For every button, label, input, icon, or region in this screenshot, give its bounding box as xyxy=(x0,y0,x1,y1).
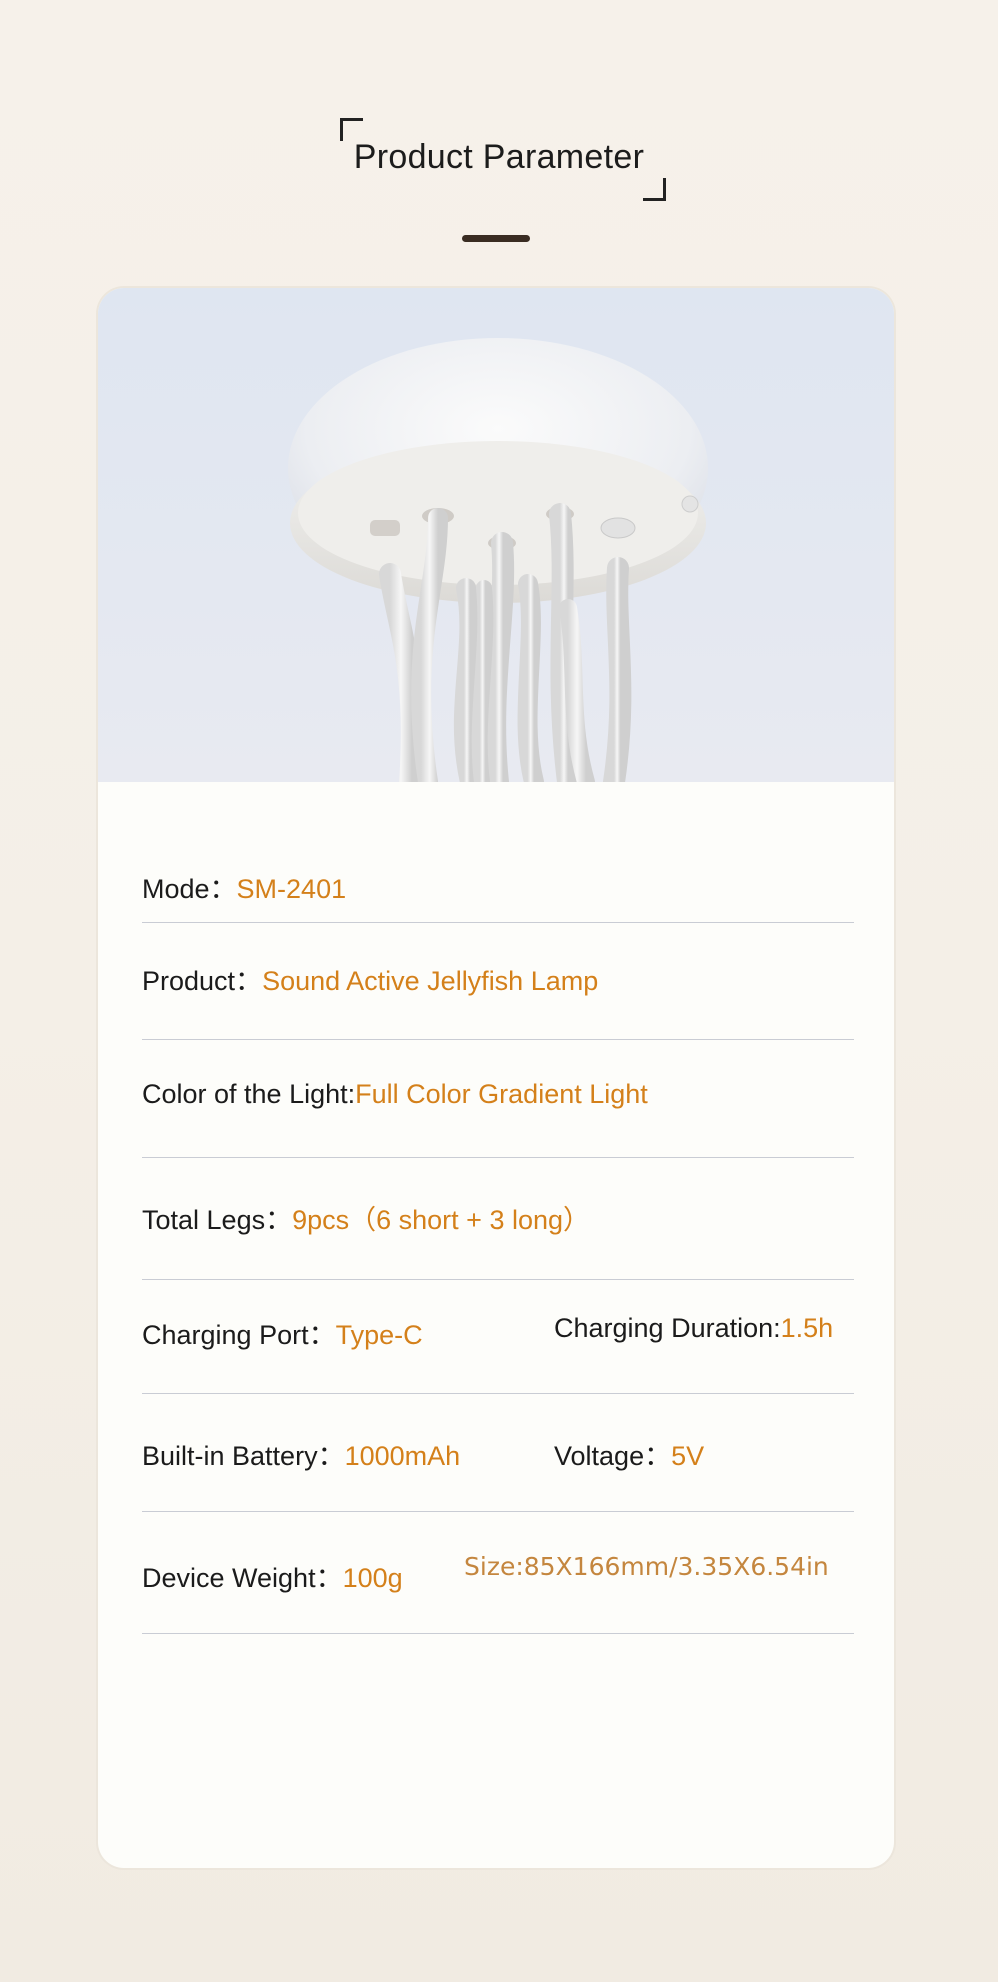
mode-label: Mode： xyxy=(142,874,237,904)
light-color-label: Color of the Light: xyxy=(142,1079,356,1109)
jellyfish-lamp-illustration xyxy=(288,338,708,782)
total-legs-value: 9pcs（6 short + 3 long） xyxy=(292,1205,591,1235)
charging-duration-value: 1.5h xyxy=(780,1313,834,1343)
title-section: Product Parameter xyxy=(0,110,998,201)
parameter-list: Mode：SM-2401 Product：Sound Active Jellyf… xyxy=(142,782,854,1634)
size-value: Size:85X166mm/3.35X6.54in xyxy=(464,1552,829,1581)
product-photo xyxy=(98,288,894,782)
parameter-card: Mode：SM-2401 Product：Sound Active Jellyf… xyxy=(98,288,894,1868)
light-color-value: Full Color Gradient Light xyxy=(355,1079,648,1109)
total-legs-label: Total Legs： xyxy=(142,1205,293,1235)
title-underline-bar xyxy=(462,235,530,242)
battery-label: Built-in Battery： xyxy=(142,1441,345,1471)
param-row-charging: Charging Port：Type-C Charging Duration:1… xyxy=(142,1280,854,1394)
mode-value: SM-2401 xyxy=(236,874,347,904)
weight-value: 100g xyxy=(342,1563,403,1593)
weight-label: Device Weight： xyxy=(142,1563,343,1593)
battery-value: 1000mAh xyxy=(344,1441,461,1471)
param-row-mode: Mode：SM-2401 xyxy=(142,782,854,923)
param-row-light-color: Color of the Light:Full Color Gradient L… xyxy=(142,1040,854,1158)
corner-bracket-top-left-icon xyxy=(339,118,363,141)
charging-port-value: Type-C xyxy=(335,1320,423,1350)
charging-port-label: Charging Port： xyxy=(142,1320,336,1350)
param-row-battery: Built-in Battery：1000mAh Voltage：5V xyxy=(142,1394,854,1512)
product-value: Sound Active Jellyfish Lamp xyxy=(262,966,599,996)
voltage-label: Voltage： xyxy=(554,1441,672,1471)
product-label: Product： xyxy=(142,966,263,996)
param-row-weight-size: Device Weight：100g Size:85X166mm/3.35X6.… xyxy=(142,1512,854,1634)
charging-duration-label: Charging Duration: xyxy=(554,1313,781,1343)
corner-bracket-bottom-right-icon xyxy=(643,178,667,201)
page-title: Product Parameter xyxy=(339,110,667,201)
page-title-text: Product Parameter xyxy=(353,138,645,176)
voltage-value: 5V xyxy=(671,1441,705,1471)
param-row-total-legs: Total Legs：9pcs（6 short + 3 long） xyxy=(142,1158,854,1280)
param-row-product: Product：Sound Active Jellyfish Lamp xyxy=(142,923,854,1040)
